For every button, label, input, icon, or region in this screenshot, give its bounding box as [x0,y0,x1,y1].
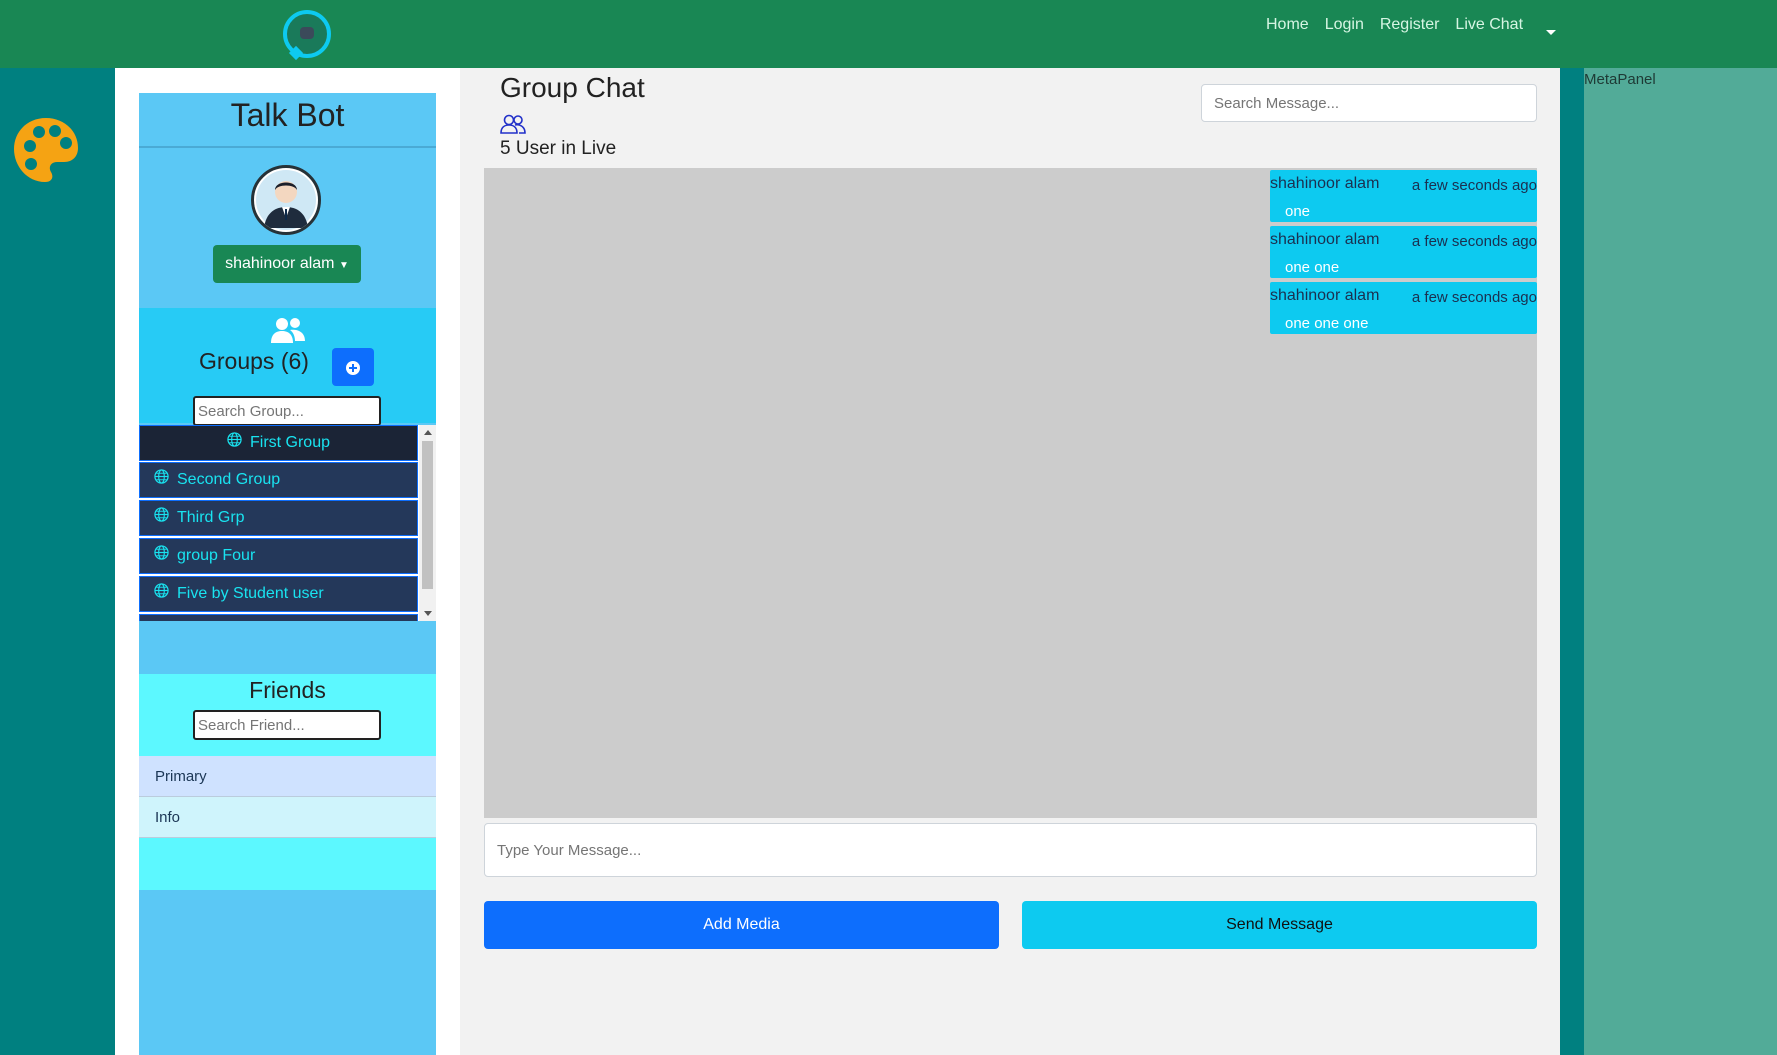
groups-icon [271,318,305,343]
palette-icon[interactable] [12,116,80,184]
group-list: First Group Second Group Third Grp group… [139,425,436,621]
message-time: a few seconds ago [1411,177,1537,194]
nav-link-home[interactable]: Home [1266,16,1309,34]
search-friend-input[interactable] [193,710,381,740]
group-item-third[interactable]: Third Grp [139,500,418,536]
meta-panel: MetaPanel [1584,68,1777,1055]
sidebar-title: Talk Bot [139,93,436,148]
group-item-second[interactable]: Second Group [139,462,418,498]
send-message-button[interactable]: Send Message [1022,901,1537,949]
chat-messages-area[interactable]: shahinoor alam a few seconds ago one sha… [484,168,1537,818]
add-media-button[interactable]: Add Media [484,901,999,949]
nav-link-login[interactable]: Login [1325,16,1364,34]
dropdown-caret-icon[interactable] [1546,30,1556,35]
message-time: a few seconds ago [1411,233,1537,250]
scrollbar-thumb[interactable] [422,441,433,589]
add-group-button[interactable] [332,348,374,386]
message-time: a few seconds ago [1411,289,1537,306]
meta-panel-label: MetaPanel [1584,71,1656,88]
caret-down-icon: ▼ [338,260,349,271]
plus-circle-icon [346,361,360,375]
avatar[interactable] [251,165,321,235]
navbar: Home Login Register Live Chat [0,0,1777,68]
nav-link-register[interactable]: Register [1380,16,1440,34]
group-label: Third Grp [177,509,245,527]
group-label: group Four [177,547,256,565]
page-title: Group Chat [500,72,645,103]
group-item-first[interactable]: First Group [139,425,418,461]
user-dropdown-button[interactable]: shahinoor alam ▼ [213,245,361,283]
nav-links: Home Login Register Live Chat [1266,16,1523,34]
group-item-sixth[interactable] [139,614,418,621]
message-text: one one one [1285,315,1369,332]
search-group-input[interactable] [193,396,381,426]
message-text: one [1285,203,1311,220]
users-icon [500,114,526,134]
sidebar: Talk Bot shahinoor alam ▼ Groups (6) Fir… [139,93,436,1055]
group-label: Five by Student user [177,585,324,603]
message-sender: shahinoor alam [1270,175,1380,192]
search-message-input[interactable] [1201,84,1537,122]
scroll-up-arrow-icon[interactable] [424,430,432,435]
user-name: shahinoor alam [225,255,335,272]
chat-panel: Group Chat 5 User in Live shahinoor alam… [460,68,1560,1055]
message-sender: shahinoor alam [1270,231,1380,248]
chat-logo-icon[interactable] [283,10,331,61]
friend-item-primary[interactable]: Primary [139,756,436,797]
group-item-fifth[interactable]: Five by Student user [139,576,418,612]
friends-section: Friends Primary Info [139,674,436,890]
globe-icon [154,463,169,497]
scroll-down-arrow-icon[interactable] [424,611,432,616]
friend-item-info[interactable]: Info [139,797,436,838]
live-user-count: 5 User in Live [500,138,617,159]
message-input[interactable] [484,823,1537,877]
friends-title: Friends [249,677,326,703]
globe-icon [154,501,169,535]
message-sender: shahinoor alam [1270,287,1380,304]
group-item-fourth[interactable]: group Four [139,538,418,574]
nav-link-live-chat[interactable]: Live Chat [1455,16,1523,34]
group-list-scrollbar[interactable] [419,425,436,621]
chat-message: shahinoor alam a few seconds ago one [1270,170,1537,222]
globe-icon [154,577,169,611]
chat-message: shahinoor alam a few seconds ago one one… [1270,282,1537,334]
message-text: one one [1285,259,1340,276]
globe-icon [154,539,169,573]
chat-message: shahinoor alam a few seconds ago one one [1270,226,1537,278]
globe-icon [227,426,242,460]
groups-title: Groups (6) [199,348,309,374]
group-label: Second Group [177,471,281,489]
group-label: First Group [249,434,330,452]
